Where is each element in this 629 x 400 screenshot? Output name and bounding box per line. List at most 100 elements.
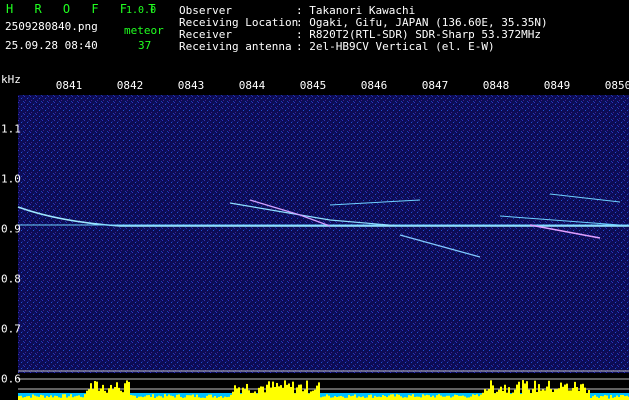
histogram-bar [528, 389, 530, 400]
histogram-bar [440, 395, 442, 400]
histogram-bar [224, 396, 226, 400]
histogram-bar [106, 392, 108, 400]
histogram-bar [348, 395, 350, 400]
histogram-bar [272, 381, 274, 400]
histogram-bar [296, 387, 298, 400]
x-tick-label: 0847 [421, 79, 449, 92]
histogram-bar [134, 395, 136, 400]
histogram-bar [132, 395, 134, 400]
x-tick-label: 0843 [177, 79, 205, 92]
histogram-bar [50, 395, 52, 400]
histogram-bar [408, 395, 410, 400]
histogram-bar [350, 396, 352, 400]
histogram-bar [144, 396, 146, 400]
histogram-bar [94, 381, 96, 400]
histogram-bar [522, 380, 524, 400]
histogram-bar [240, 393, 242, 400]
histogram-bar [370, 394, 372, 400]
histogram-bar [20, 395, 22, 400]
histogram-bar [400, 396, 402, 400]
histogram-bar [298, 384, 300, 400]
histogram-bar [128, 381, 130, 400]
histogram-bar [382, 395, 384, 400]
histogram-bar [506, 392, 508, 400]
histogram-bar [454, 394, 456, 400]
histogram-bar [488, 389, 490, 400]
histogram-bar [532, 388, 534, 400]
histogram-bar [208, 394, 210, 400]
histogram-bar [286, 384, 288, 400]
histogram-bar [34, 395, 36, 400]
histogram-bar [282, 387, 284, 400]
histogram-bar [340, 395, 342, 400]
histogram-bar [32, 394, 34, 400]
histogram-bar [306, 380, 308, 400]
histogram-bar [256, 393, 258, 400]
histogram-bar [574, 381, 576, 400]
histogram-bar [88, 389, 90, 400]
histogram-bar [238, 387, 240, 400]
histogram-bar [236, 388, 238, 400]
histogram-bar [398, 394, 400, 400]
histogram-bar [96, 381, 98, 400]
histogram-bar [310, 391, 312, 400]
frequency-gridlines [18, 370, 629, 390]
histogram-bar [172, 396, 174, 400]
histogram-bar [254, 391, 256, 400]
histogram-bar [116, 382, 118, 400]
histogram-bar [498, 389, 500, 400]
histogram-bar [452, 396, 454, 400]
histogram-bar [164, 394, 166, 400]
histogram-bar [152, 394, 154, 400]
x-tick-label: 0841 [55, 79, 83, 92]
histogram-bar [288, 383, 290, 400]
histogram-bar [122, 392, 124, 400]
histogram-bar [302, 391, 304, 400]
histogram-bar [264, 392, 266, 400]
histogram-bar [246, 383, 248, 400]
histogram-bar [588, 390, 590, 400]
histogram-bar [460, 395, 462, 400]
histogram-bar [84, 394, 86, 400]
histogram-bar [390, 394, 392, 400]
histogram-bar [622, 395, 624, 400]
histogram-bar [478, 396, 480, 400]
histogram-bar [462, 395, 464, 400]
histogram-bar [328, 395, 330, 400]
histogram-bar [436, 395, 438, 400]
histogram-bar [156, 396, 158, 400]
histogram-bar [480, 394, 482, 400]
histogram-bar [266, 384, 268, 400]
histogram-bar [464, 396, 466, 400]
histogram-bar [42, 395, 44, 400]
histogram-bar [108, 388, 110, 400]
histogram-bar [432, 395, 434, 400]
histogram-bar [620, 395, 622, 400]
histogram-bar [276, 382, 278, 400]
histogram-bar [556, 389, 558, 400]
histogram-bar [378, 396, 380, 400]
histogram-bar [86, 390, 88, 400]
y-tick-label: 0.7 [1, 322, 21, 336]
y-tick-label: 0.9 [1, 222, 21, 236]
histogram-bar [384, 396, 386, 400]
histogram-bar [606, 395, 608, 400]
histogram-bar [604, 395, 606, 400]
histogram-bar [26, 396, 28, 400]
histogram-bar [582, 383, 584, 400]
histogram-bar [280, 385, 282, 400]
histogram-bar [262, 386, 264, 400]
histogram-bar [476, 394, 478, 400]
histogram-bar [166, 396, 168, 400]
histogram-bar [220, 396, 222, 400]
histogram-bar [520, 393, 522, 400]
histogram-bar [308, 393, 310, 400]
histogram-bar [624, 396, 626, 400]
histogram-bar [278, 386, 280, 400]
histogram-bar [214, 396, 216, 400]
histogram-bar [124, 383, 126, 400]
histogram-bar [456, 395, 458, 400]
histogram-bar [46, 396, 48, 400]
histogram-bar [368, 395, 370, 400]
histogram-bar [196, 394, 198, 400]
